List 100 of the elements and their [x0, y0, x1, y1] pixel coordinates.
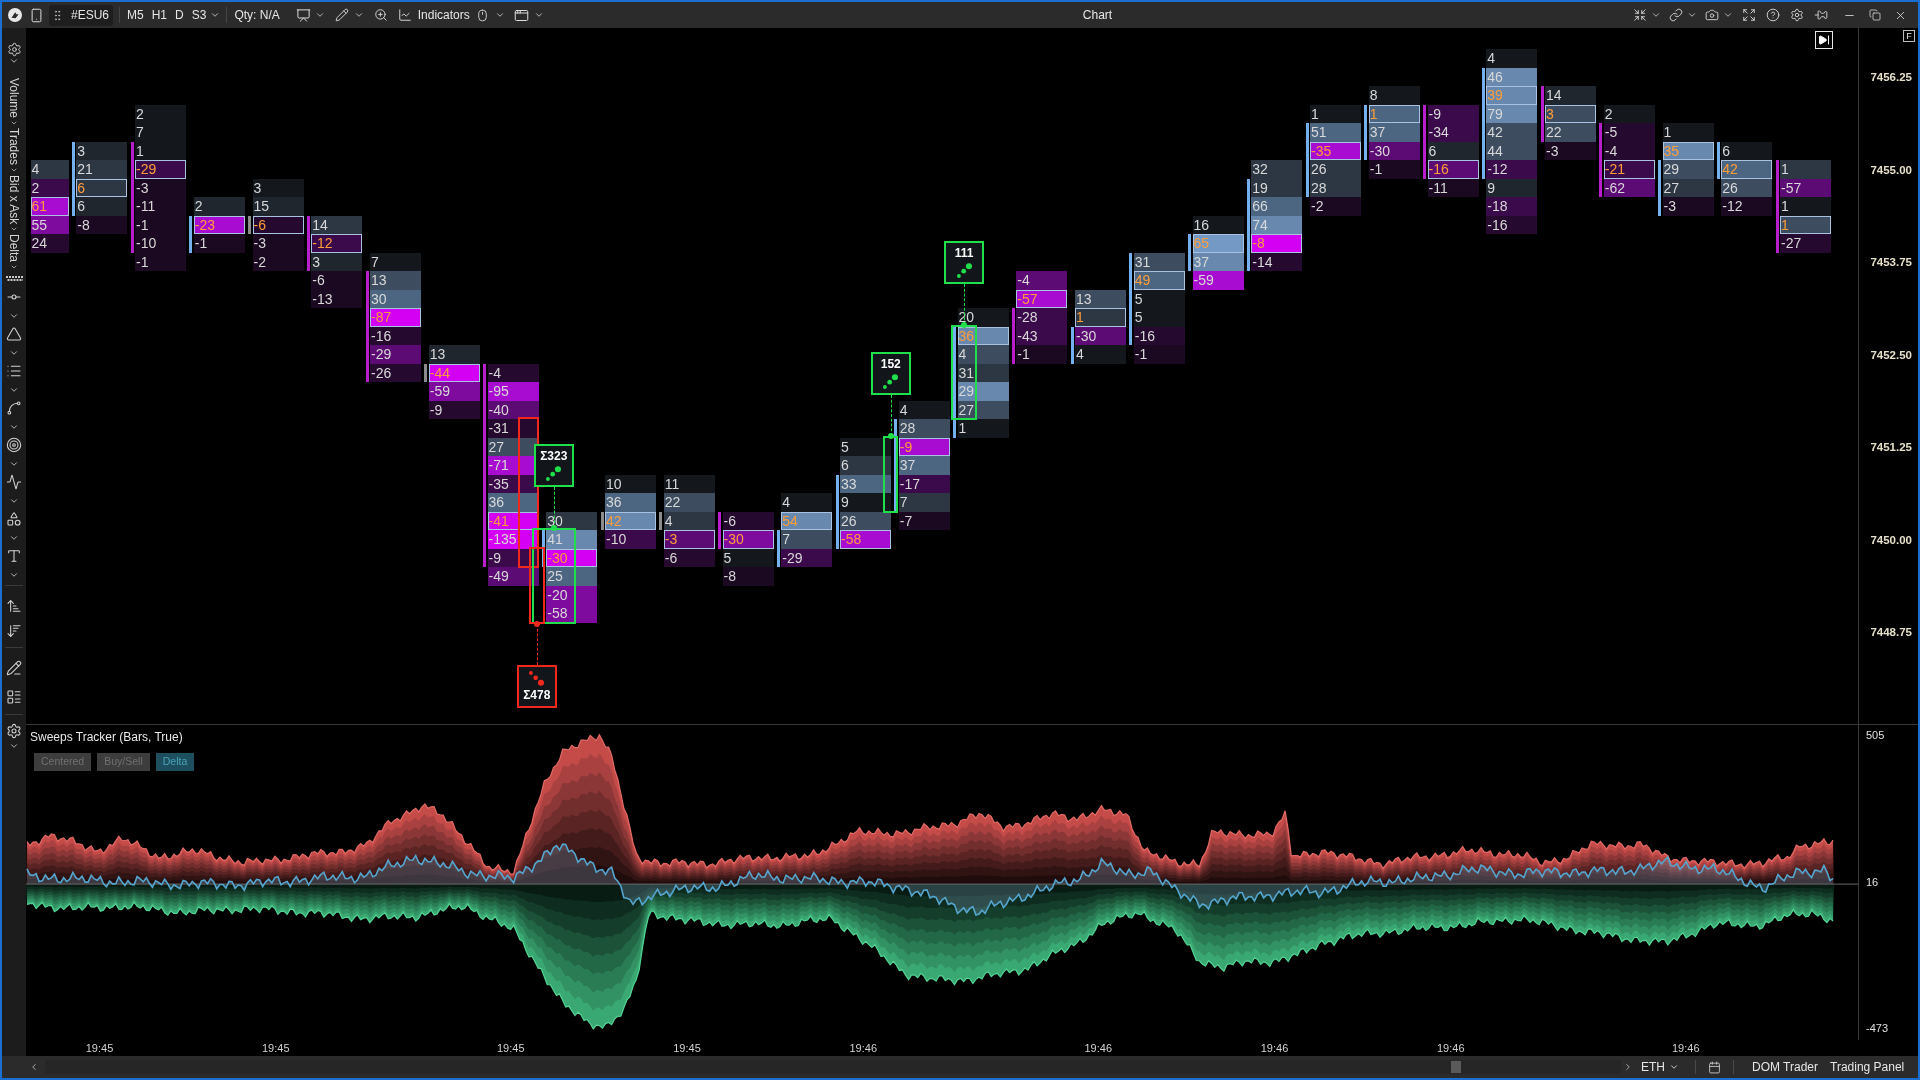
panel-button[interactable]: DOM Trader [1752, 1058, 1818, 1076]
footprint-cell: 2 [135, 104, 186, 124]
triangle-icon[interactable] [6, 326, 22, 343]
breadcrumb-item[interactable]: Bid x Ask [7, 174, 21, 225]
footprint-cell: -10 [605, 530, 656, 549]
footprint-cell: -2 [1310, 197, 1361, 216]
footprint-cell: 3 [76, 141, 128, 161]
footprint-cell: 13 [1075, 289, 1126, 309]
pencil-icon[interactable] [334, 8, 349, 22]
footprint-cell: -27 [1780, 234, 1831, 253]
sort-descending-icon[interactable] [6, 623, 22, 640]
footprint-cell: -31 [487, 419, 539, 438]
footprint-cell: -28 [1016, 308, 1068, 327]
symbol-selector[interactable]: #ESU6 [49, 4, 113, 26]
footprint-cell: 7 [370, 252, 421, 272]
help-icon[interactable] [1766, 8, 1780, 22]
footprint-cell: 2 [30, 178, 69, 198]
footprint-cell: 14 [311, 215, 363, 235]
scrollbar-track[interactable] [45, 1060, 1621, 1074]
footprint-cell: 30 [546, 511, 598, 531]
pencil-icon[interactable] [6, 660, 22, 677]
expand-icon[interactable] [1742, 8, 1756, 22]
time-label: 19:46 [1084, 1041, 1112, 1056]
scrollbar-thumb[interactable] [1451, 1061, 1461, 1073]
breadcrumb-item[interactable]: Trades [7, 128, 21, 165]
scroll-left-icon[interactable] [29, 1062, 39, 1072]
restore-icon[interactable] [1869, 9, 1881, 21]
window-icon[interactable] [513, 7, 529, 23]
caret-icon[interactable] [353, 10, 364, 20]
footprint-cell: 4 [781, 493, 833, 512]
timeframe-button[interactable]: D [175, 6, 184, 24]
timeframe-button[interactable]: H1 [151, 6, 167, 24]
zoom-in-icon[interactable] [373, 8, 388, 22]
footprint-cell: 14 [1545, 86, 1596, 105]
camera-icon[interactable] [1705, 8, 1719, 22]
settings-icon[interactable] [6, 42, 22, 57]
session-selector[interactable]: ETH [1641, 1058, 1679, 1076]
caret-icon[interactable] [533, 10, 544, 20]
footprint-cell: 61 [30, 197, 69, 216]
footprint-cell: 29 [957, 382, 1009, 401]
scroll-to-end-button[interactable] [1815, 31, 1833, 49]
settings-icon[interactable] [6, 723, 22, 740]
caret-icon[interactable] [314, 10, 325, 20]
footprint-cell: 7 [781, 530, 833, 549]
layout-list-icon[interactable] [6, 689, 22, 706]
caret-icon[interactable] [1651, 10, 1661, 20]
quantity-button[interactable]: Qty: N/A [234, 6, 280, 24]
caret-icon[interactable] [1687, 10, 1697, 20]
footprint-cell: 10 [605, 474, 656, 494]
sort-ascending-icon[interactable] [6, 598, 22, 615]
footprint-cell: -3 [252, 234, 304, 253]
footprint-cell: 1 [1780, 197, 1831, 216]
line-chart-icon[interactable] [397, 8, 412, 22]
panel-button[interactable]: Trading Panel [1830, 1058, 1905, 1076]
footprint-cell: 1 [957, 419, 1009, 438]
caret-icon[interactable] [210, 10, 221, 20]
footprint-cell: 51 [1310, 123, 1361, 142]
screen-icon[interactable] [295, 7, 311, 23]
footprint-cell: -16 [1427, 160, 1479, 179]
footprint-cell: 1 [1075, 308, 1126, 327]
indicators-button[interactable]: Indicators [397, 6, 470, 24]
footprint-cell: 4 [957, 345, 1009, 364]
footprint-cell: 20 [957, 308, 1009, 327]
caret-icon[interactable] [494, 10, 505, 20]
footprint-cell: -6 [311, 271, 363, 290]
caret-icon[interactable] [1723, 10, 1733, 20]
footprint-cell: 66 [1251, 197, 1303, 216]
footprint-cell: 26 [1310, 160, 1361, 179]
pin-icon[interactable] [1814, 8, 1828, 22]
shapes-icon[interactable] [6, 511, 22, 528]
footprint-cell: 11 [663, 474, 715, 494]
calendar-icon[interactable] [1708, 1060, 1721, 1074]
indicator-axis-label: -473 [1866, 1021, 1890, 1035]
settings-icon[interactable] [1790, 8, 1804, 22]
footprint-cell: -59 [1192, 271, 1244, 290]
shrink-arrows-icon[interactable] [1633, 8, 1647, 22]
link-icon[interactable] [1669, 8, 1683, 22]
grip-dots-icon[interactable] [5, 276, 23, 282]
footprint-cell: -10 [135, 234, 186, 253]
footprint-cell: 41 [546, 530, 598, 549]
footprint-cell: -11 [135, 197, 186, 216]
timeframe-button[interactable]: M5 [127, 6, 144, 24]
footprint-cell: 7 [898, 493, 950, 512]
footprint-cell: -29 [135, 160, 186, 179]
target-icon[interactable] [6, 437, 22, 454]
logo-icon[interactable] [8, 8, 22, 22]
scroll-right-icon[interactable] [1623, 1062, 1633, 1072]
breadcrumb-item[interactable]: Volume [7, 78, 21, 119]
mouse-icon[interactable] [475, 8, 489, 22]
phone-outline-icon[interactable] [29, 7, 44, 23]
wave-icon[interactable] [6, 474, 22, 491]
axis-mode-button[interactable]: F [1903, 30, 1915, 42]
breadcrumb-item[interactable]: Delta [7, 234, 21, 263]
curve-icon[interactable] [6, 400, 22, 417]
timeframe-button[interactable]: S3 [191, 6, 207, 24]
text-icon[interactable] [6, 548, 22, 565]
footprint-cell: 5 [1133, 308, 1185, 327]
caret-icon[interactable] [9, 56, 19, 66]
footprint-cell: 37 [898, 456, 950, 475]
sweep-total: 152 [880, 357, 901, 371]
